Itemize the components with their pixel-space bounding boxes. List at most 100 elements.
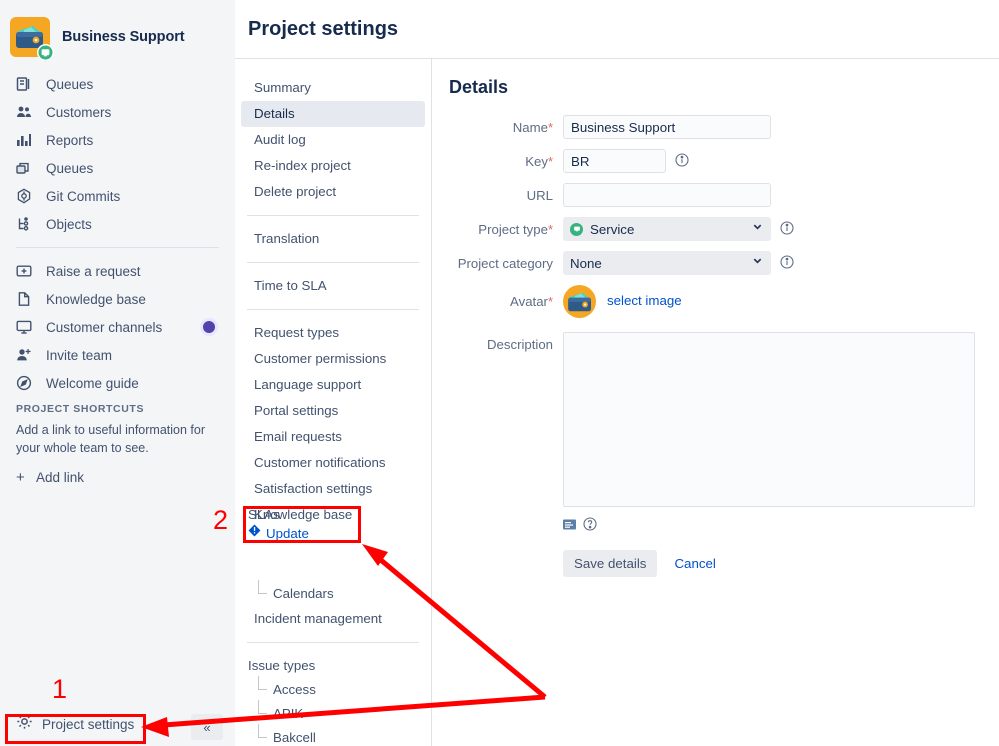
required-asterisk: * (547, 222, 553, 237)
chevron-down-icon (752, 221, 763, 235)
project-type-select[interactable]: Service (563, 217, 771, 241)
settings-nav-item-details[interactable]: Details (241, 101, 425, 127)
key-input[interactable] (563, 149, 666, 173)
settings-nav-group-issue-types: Issue types (248, 658, 316, 673)
help-icon[interactable] (583, 517, 597, 536)
sidebar-item-invite-team[interactable]: Invite team (0, 341, 235, 369)
settings-nav-item-satisfaction-settings[interactable]: Satisfaction settings (241, 476, 425, 502)
project-category-info-icon[interactable] (780, 255, 794, 274)
sidebar-item-welcome-guide[interactable]: Welcome guide (0, 369, 235, 397)
customer-channels-icon (16, 319, 38, 335)
project-type-value: Service (590, 221, 635, 237)
settings-nav-item-incident-management[interactable]: Incident management (241, 606, 425, 632)
queues-icon (16, 76, 38, 92)
select-image-link[interactable]: select image (607, 293, 682, 308)
settings-nav-item-portal-settings[interactable]: Portal settings (241, 398, 425, 424)
settings-nav-item-re-index-project[interactable]: Re-index project (241, 153, 425, 179)
page-title: Project settings (248, 17, 399, 40)
settings-nav-item-language-support[interactable]: Language support (241, 372, 425, 398)
settings-nav-item-apik[interactable]: APIK (235, 700, 431, 726)
sidebar-item-objects[interactable]: Objects (0, 210, 235, 238)
details-form-pane: Details Name* Key* URL (432, 59, 999, 746)
welcome-guide-icon (16, 375, 38, 391)
app-root: Business Support Queues Customers Report… (0, 0, 999, 746)
page-header: Project settings (235, 0, 999, 59)
sidebar-item-label: Queues (46, 76, 94, 92)
settings-nav-item-access[interactable]: Access (235, 676, 431, 702)
avatar[interactable] (563, 285, 596, 318)
settings-nav-item-time-to-sla[interactable]: Time to SLA (241, 273, 425, 299)
project-category-label: Project category (457, 256, 553, 271)
sidebar-item-label: Queues (46, 160, 94, 176)
collapse-sidebar-button[interactable]: « (191, 714, 223, 740)
slas-section: SLAs Update (244, 504, 356, 546)
settings-nav-divider (247, 215, 419, 216)
settings-nav-item-delete-project[interactable]: Delete project (241, 179, 425, 205)
project-settings-label: Project settings (42, 716, 135, 732)
project-category-select[interactable]: None (563, 251, 771, 275)
project-settings-button[interactable]: Project settings (10, 709, 142, 739)
description-label: Description (487, 337, 553, 352)
text-format-icon[interactable] (563, 518, 576, 536)
raise-request-icon (16, 263, 38, 279)
settings-nav-item-email-requests[interactable]: Email requests (241, 424, 425, 450)
sidebar-item-customer-channels[interactable]: Customer channels (0, 313, 235, 341)
sidebar-divider (16, 247, 219, 248)
sidebar-item-label: Raise a request (46, 263, 141, 279)
service-project-badge-icon (37, 44, 54, 61)
sidebar-item-knowledge-base[interactable]: Knowledge base (0, 285, 235, 313)
service-type-icon (570, 222, 583, 236)
name-input[interactable] (563, 115, 771, 139)
settings-nav-item-request-types[interactable]: Request types (241, 320, 425, 346)
url-label: URL (526, 188, 553, 203)
git-commits-icon (16, 188, 38, 204)
project-shortcuts-heading: PROJECT SHORTCUTS (16, 403, 145, 415)
sidebar-item-customers[interactable]: Customers (0, 98, 235, 126)
sidebar-item-raise-a-request[interactable]: Raise a request (0, 257, 235, 285)
sidebar-item-label: Knowledge base (46, 291, 146, 307)
settings-nav-item-slas[interactable]: SLAs (248, 507, 350, 523)
required-asterisk: * (547, 154, 553, 169)
key-info-icon[interactable] (675, 153, 689, 172)
customer-channels-status-dot (203, 321, 215, 333)
name-label: Name* (512, 120, 553, 135)
settings-nav-item-audit-log[interactable]: Audit log (241, 127, 425, 153)
settings-nav-item-customer-notifications[interactable]: Customer notifications (241, 450, 425, 476)
cancel-button[interactable]: Cancel (674, 556, 715, 571)
settings-nav-item-calendars[interactable]: Calendars (235, 580, 431, 606)
slas-update-link[interactable]: Update (248, 524, 350, 542)
field-row-project-type: Project type* Service (449, 217, 999, 241)
settings-nav-divider (247, 642, 419, 643)
sidebar-item-queues-2[interactable]: Queues (0, 154, 235, 182)
add-link-button[interactable]: + Add link (0, 457, 235, 486)
sidebar-item-git-commits[interactable]: Git Commits (0, 182, 235, 210)
objects-icon (16, 216, 38, 232)
settings-nav-item-translation[interactable]: Translation (241, 226, 425, 252)
settings-nav-item-customer-permissions[interactable]: Customer permissions (241, 346, 425, 372)
field-row-url: URL (449, 183, 999, 207)
settings-nav-item-bakcell[interactable]: Bakcell (235, 724, 431, 746)
save-details-button[interactable]: Save details (563, 550, 658, 577)
settings-nav: Summary Details Audit log Re-index proje… (235, 59, 432, 746)
project-header: Business Support (0, 0, 235, 64)
required-asterisk: * (547, 294, 553, 309)
slas-update-label: Update (266, 525, 309, 541)
url-input[interactable] (563, 183, 771, 207)
project-sidebar: Business Support Queues Customers Report… (0, 0, 235, 746)
sidebar-item-reports[interactable]: Reports (0, 126, 235, 154)
project-type-info-icon[interactable] (780, 221, 794, 240)
sidebar-item-label: Git Commits (46, 188, 121, 204)
settings-nav-divider (247, 262, 419, 263)
settings-nav-item-summary[interactable]: Summary (241, 75, 425, 101)
field-row-name: Name* (449, 115, 999, 139)
invite-team-icon (16, 347, 38, 363)
sidebar-item-queues[interactable]: Queues (0, 70, 235, 98)
description-textarea[interactable] (563, 332, 975, 507)
project-sidebar-footer: Project settings « (0, 702, 235, 746)
details-heading: Details (449, 77, 509, 97)
slas-children: Calendars (235, 580, 431, 606)
field-row-key: Key* (449, 149, 999, 173)
field-row-project-category: Project category None (449, 251, 999, 275)
project-shortcuts-description: Add a link to useful information for you… (16, 423, 205, 456)
gear-icon (16, 713, 33, 735)
